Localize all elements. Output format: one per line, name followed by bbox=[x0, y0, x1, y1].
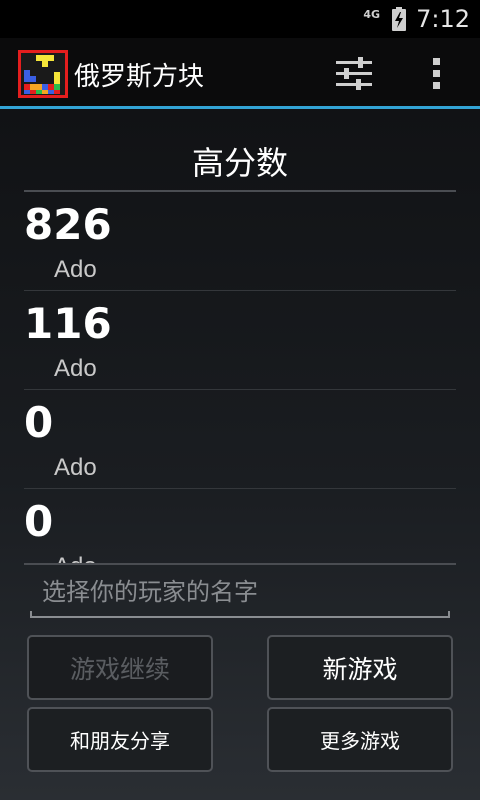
list-bottom-divider bbox=[24, 563, 456, 565]
score-value: 116 bbox=[24, 299, 112, 348]
network-type-label: 4G bbox=[363, 7, 381, 21]
score-list-item: 826 Ado bbox=[24, 192, 456, 291]
more-games-button[interactable]: 更多游戏 bbox=[267, 707, 453, 772]
continue-game-button[interactable]: 游戏继续 bbox=[27, 635, 213, 700]
app-logo-icon[interactable] bbox=[18, 50, 68, 98]
highscores-title: 高分数 bbox=[191, 144, 288, 182]
status-bar: 4G 7:12 bbox=[0, 0, 480, 38]
highscore-list[interactable]: 826 Ado 116 Ado 0 Ado 0 Ado bbox=[24, 192, 456, 564]
app-title: 俄罗斯方块 bbox=[74, 62, 205, 92]
status-clock: 7:12 bbox=[416, 5, 470, 33]
share-with-friends-button[interactable]: 和朋友分享 bbox=[27, 707, 213, 772]
settings-sliders-icon[interactable] bbox=[334, 54, 374, 94]
action-bar-accent-divider bbox=[0, 106, 480, 109]
score-value: 826 bbox=[24, 200, 112, 249]
input-underline bbox=[30, 611, 450, 618]
action-bar: 俄罗斯方块 bbox=[0, 38, 480, 106]
score-list-item: 0 Ado bbox=[24, 489, 456, 564]
player-name-input[interactable] bbox=[30, 570, 450, 614]
new-game-button[interactable]: 新游戏 bbox=[267, 635, 453, 700]
player-name-field bbox=[30, 570, 450, 618]
score-value: 0 bbox=[24, 497, 54, 546]
score-list-item: 0 Ado bbox=[24, 390, 456, 489]
score-player-name: Ado bbox=[54, 355, 97, 382]
battery-charging-icon bbox=[392, 7, 407, 31]
score-list-item: 116 Ado bbox=[24, 291, 456, 390]
overflow-menu-icon[interactable] bbox=[426, 56, 448, 92]
score-value: 0 bbox=[24, 398, 54, 447]
score-player-name: Ado bbox=[54, 256, 97, 283]
score-player-name: Ado bbox=[54, 454, 97, 481]
